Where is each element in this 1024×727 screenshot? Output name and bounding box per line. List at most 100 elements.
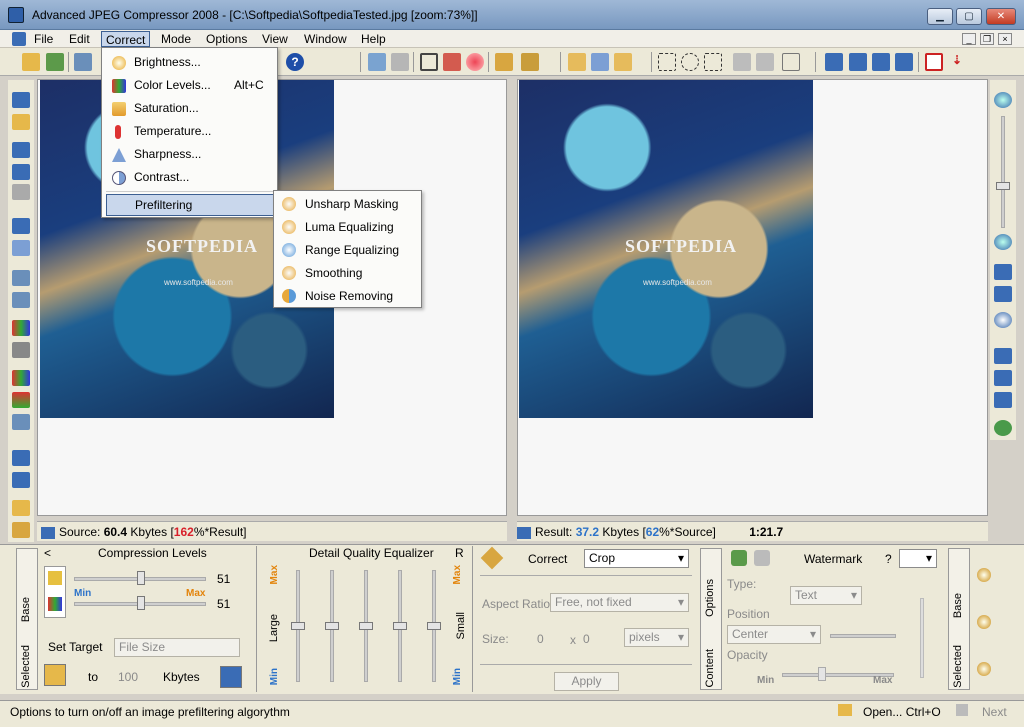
target-calc-icon[interactable]	[220, 666, 242, 688]
watermark-help[interactable]: ?	[885, 552, 892, 566]
open-folder-icon[interactable]	[22, 53, 40, 71]
brush-icon[interactable]	[521, 53, 539, 71]
select-all-icon[interactable]	[782, 53, 800, 71]
delete-selection-icon[interactable]	[733, 53, 751, 71]
aspect-select[interactable]: Free, not fixed ▾	[550, 593, 689, 612]
single-view-icon[interactable]	[895, 53, 913, 71]
wm-opacity-slider-thumb[interactable]	[818, 667, 826, 681]
submenu-item-noise[interactable]: Noise Removing	[277, 285, 420, 307]
gray-channel-icon[interactable]	[12, 342, 30, 358]
mdi-minimize-button[interactable]: _	[962, 33, 976, 45]
menu-correct[interactable]: Correct	[101, 31, 151, 47]
size-height[interactable]: 0	[583, 632, 590, 646]
resize-icon[interactable]	[443, 53, 461, 71]
magnify-select-icon[interactable]	[12, 240, 30, 256]
copy-icon[interactable]	[391, 53, 409, 71]
open-icon[interactable]	[838, 704, 852, 716]
next-icon[interactable]	[956, 704, 968, 716]
eq-band-5-thumb[interactable]	[427, 622, 441, 630]
tab-base[interactable]: Base	[20, 597, 32, 622]
ellipse-select-icon[interactable]	[681, 53, 699, 71]
panel3-icon[interactable]	[994, 392, 1012, 408]
wm-type-select[interactable]: Text ▾	[790, 586, 862, 605]
submenu-item-luma[interactable]: Luma Equalizing	[277, 216, 420, 238]
eq-band-2-thumb[interactable]	[325, 622, 339, 630]
remove-watermark-icon[interactable]	[754, 550, 770, 566]
compression-slider-1-thumb[interactable]	[137, 571, 145, 585]
preset-1-icon[interactable]	[977, 568, 991, 582]
compare-right-icon[interactable]	[12, 472, 30, 488]
zoom-100-icon[interactable]	[994, 286, 1012, 302]
target-apply-icon[interactable]	[44, 664, 66, 686]
chroma-icon[interactable]	[48, 597, 62, 611]
pointer-hand-icon[interactable]	[12, 522, 30, 538]
window-icon[interactable]	[925, 53, 943, 71]
fit-window-icon[interactable]	[994, 264, 1012, 280]
wm-vertical-slider[interactable]	[920, 598, 924, 678]
compare-icon[interactable]	[368, 53, 386, 71]
watermark-preset-select[interactable]: ▾	[899, 549, 937, 568]
menu-edit[interactable]: Edit	[65, 31, 94, 47]
result-pane[interactable]: SOFTPEDIA www.softpedia.com	[517, 79, 988, 516]
menu-item-color-levels[interactable]: Color Levels... Alt+C	[106, 75, 274, 96]
select-icon[interactable]	[591, 53, 609, 71]
rgb-icon[interactable]	[12, 370, 30, 386]
split-vertical-icon[interactable]	[872, 53, 890, 71]
channels-icon[interactable]	[12, 320, 30, 336]
minimize-button[interactable]: ▁	[927, 8, 953, 25]
mdi-restore-button[interactable]: ❐	[980, 33, 994, 45]
title-bar[interactable]: Advanced JPEG Compressor 2008 - [C:\Soft…	[0, 0, 1024, 30]
status-open[interactable]: Open... Ctrl+O	[863, 702, 941, 722]
menu-window[interactable]: Window	[300, 31, 351, 47]
status-next[interactable]: Next	[982, 702, 1007, 722]
target-type-select[interactable]: File Size	[114, 638, 240, 657]
size-width[interactable]: 0	[537, 632, 544, 646]
eq-band-4-thumb[interactable]	[393, 622, 407, 630]
tab-selected[interactable]: Selected	[20, 645, 32, 688]
zoom-slider-track[interactable]	[1001, 116, 1005, 228]
collapse-arrow[interactable]: <	[44, 546, 51, 560]
eq-band-1-thumb[interactable]	[291, 622, 305, 630]
zoom-fit-icon[interactable]	[12, 164, 30, 180]
apply-button[interactable]: Apply	[554, 672, 619, 691]
layout-icon[interactable]	[825, 53, 843, 71]
menu-item-prefiltering[interactable]: Prefiltering	[106, 194, 274, 216]
eq-band-3-thumb[interactable]	[359, 622, 373, 630]
wand-icon[interactable]	[12, 114, 30, 130]
panel2-icon[interactable]	[994, 370, 1012, 386]
luma-icon[interactable]	[48, 571, 62, 585]
correct-mode-select[interactable]: Crop ▾	[584, 549, 689, 568]
pan-icon[interactable]	[614, 53, 632, 71]
preset-3-icon[interactable]	[977, 662, 991, 676]
menu-file[interactable]: File	[30, 31, 57, 47]
navigator-icon[interactable]	[994, 312, 1012, 328]
zoom-tool-icon[interactable]	[12, 142, 30, 158]
export-icon[interactable]: ⇣	[948, 53, 966, 71]
redeye-icon[interactable]	[466, 53, 484, 71]
hand-icon[interactable]	[568, 53, 586, 71]
submenu-item-range[interactable]: Range Equalizing	[277, 239, 420, 261]
save-icon[interactable]	[74, 53, 92, 71]
tab-options[interactable]: Options	[704, 579, 716, 617]
rect-select-icon[interactable]	[658, 53, 676, 71]
grid-icon[interactable]	[12, 292, 30, 308]
submenu-item-unsharp[interactable]: Unsharp Masking	[277, 193, 420, 215]
wm-offset-slider[interactable]	[830, 634, 896, 638]
size-unit-select[interactable]: pixels ▾	[624, 628, 689, 647]
tab-content[interactable]: Content	[704, 649, 716, 688]
zoom-out-icon[interactable]	[994, 234, 1012, 250]
lightning-icon[interactable]	[12, 500, 30, 516]
compression-slider-2-thumb[interactable]	[137, 596, 145, 610]
app-icon[interactable]	[8, 7, 24, 23]
histogram-icon[interactable]	[12, 270, 30, 286]
menu-options[interactable]: Options	[202, 31, 251, 47]
invert-selection-icon[interactable]	[756, 53, 774, 71]
split-horizontal-icon[interactable]	[849, 53, 867, 71]
menu-mode[interactable]: Mode	[157, 31, 195, 47]
mdi-close-button[interactable]: ×	[998, 33, 1012, 45]
zoom-slider-thumb[interactable]	[996, 182, 1010, 190]
zoom-in-icon[interactable]	[994, 92, 1012, 108]
menu-item-sharpness[interactable]: Sharpness...	[106, 144, 274, 165]
menu-item-contrast[interactable]: Contrast...	[106, 167, 274, 188]
menu-item-brightness[interactable]: Brightness...	[106, 52, 274, 73]
